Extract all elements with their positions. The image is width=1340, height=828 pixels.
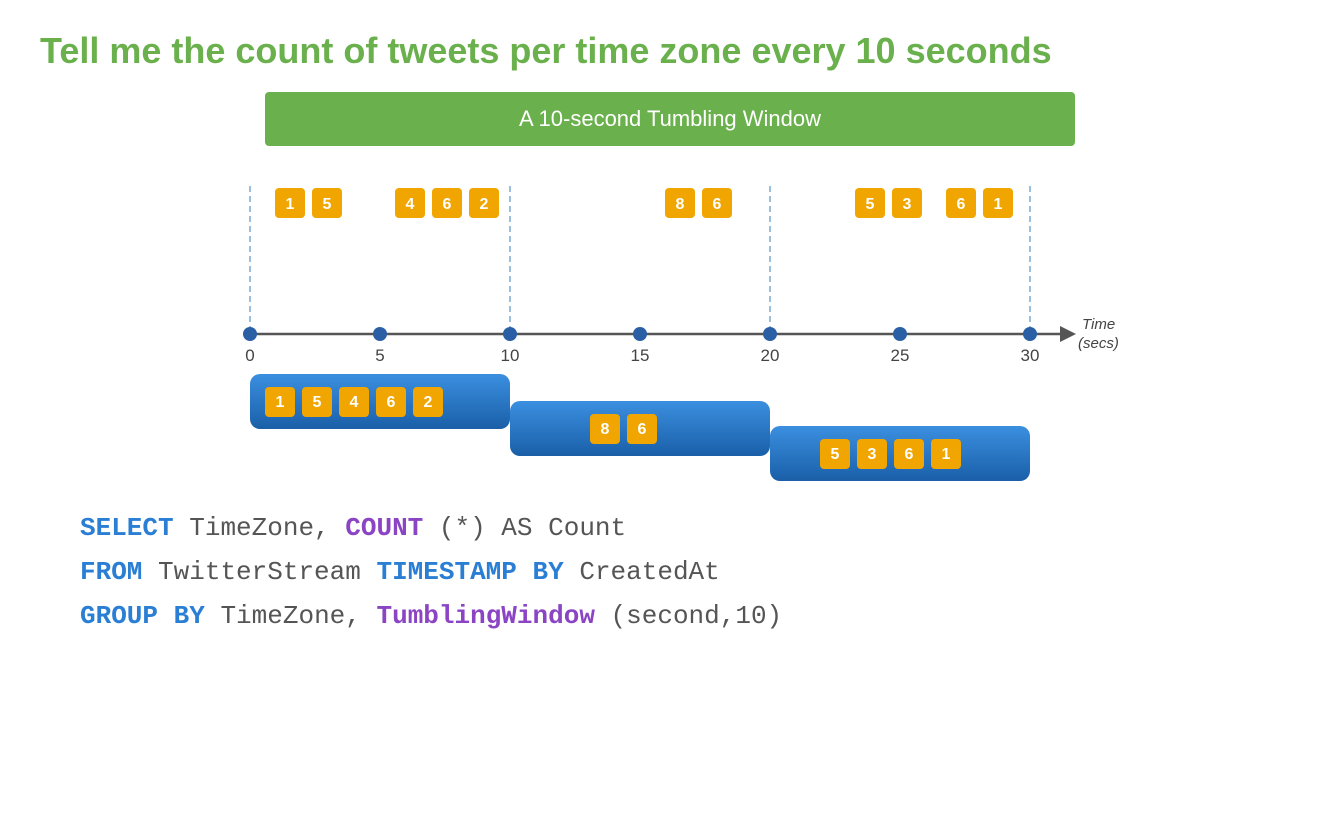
svg-text:25: 25 [891, 346, 910, 365]
timeline-svg: 1 5 4 6 2 8 6 5 3 6 1 [220, 176, 1120, 486]
sql-from-kw: FROM [80, 557, 142, 587]
svg-text:3: 3 [903, 196, 912, 213]
main-container: Tell me the count of tweets per time zon… [0, 0, 1340, 828]
svg-text:20: 20 [761, 346, 780, 365]
svg-text:10: 10 [501, 346, 520, 365]
svg-text:2: 2 [480, 196, 489, 213]
svg-text:6: 6 [387, 394, 396, 411]
svg-text:5: 5 [375, 346, 384, 365]
sql-count-rest: (*) AS Count [439, 513, 626, 543]
svg-text:(secs): (secs) [1078, 335, 1119, 352]
svg-text:8: 8 [601, 421, 610, 438]
svg-text:4: 4 [406, 196, 415, 213]
sql-twitterstream: TwitterStream [158, 557, 376, 587]
sql-createdat: CreatedAt [579, 557, 719, 587]
sql-tumbling-params: (second,10) [611, 601, 783, 631]
svg-text:5: 5 [831, 446, 840, 463]
svg-text:8: 8 [676, 196, 685, 213]
svg-text:6: 6 [957, 196, 966, 213]
svg-text:5: 5 [866, 196, 875, 213]
svg-text:3: 3 [868, 446, 877, 463]
timeline-area: 1 5 4 6 2 8 6 5 3 6 1 [220, 176, 1120, 486]
svg-text:6: 6 [905, 446, 914, 463]
svg-text:0: 0 [245, 346, 254, 365]
sql-select-kw: SELECT [80, 513, 174, 543]
sql-section: SELECT TimeZone, COUNT (*) AS Count FROM… [40, 506, 1300, 639]
svg-text:1: 1 [994, 196, 1003, 213]
window-banner: A 10-second Tumbling Window [265, 92, 1075, 146]
page-title: Tell me the count of tweets per time zon… [40, 30, 1300, 72]
svg-text:1: 1 [286, 196, 295, 213]
sql-by-kw: BY [533, 557, 564, 587]
svg-text:5: 5 [313, 394, 322, 411]
sql-timezone2: TimeZone, [220, 601, 376, 631]
svg-text:Time: Time [1082, 316, 1115, 333]
svg-text:6: 6 [638, 421, 647, 438]
svg-text:30: 30 [1021, 346, 1040, 365]
sql-line1: SELECT TimeZone, COUNT (*) AS Count [80, 506, 1300, 550]
svg-text:6: 6 [443, 196, 452, 213]
sql-count-kw: COUNT [345, 513, 423, 543]
sql-timestamp-kw: TIMESTAMP [376, 557, 516, 587]
svg-text:15: 15 [631, 346, 650, 365]
svg-text:1: 1 [276, 394, 285, 411]
svg-text:6: 6 [713, 196, 722, 213]
sql-by2-kw: BY [174, 601, 205, 631]
svg-text:4: 4 [350, 394, 359, 411]
sql-group-kw: GROUP [80, 601, 158, 631]
sql-line2: FROM TwitterStream TIMESTAMP BY CreatedA… [80, 550, 1300, 594]
sql-timezone: TimeZone, [189, 513, 345, 543]
svg-text:5: 5 [323, 196, 332, 213]
svg-text:1: 1 [942, 446, 951, 463]
svg-text:2: 2 [424, 394, 433, 411]
sql-line3: GROUP BY TimeZone, TumblingWindow (secon… [80, 594, 1300, 638]
sql-tumbling-kw: TumblingWindow [376, 601, 594, 631]
